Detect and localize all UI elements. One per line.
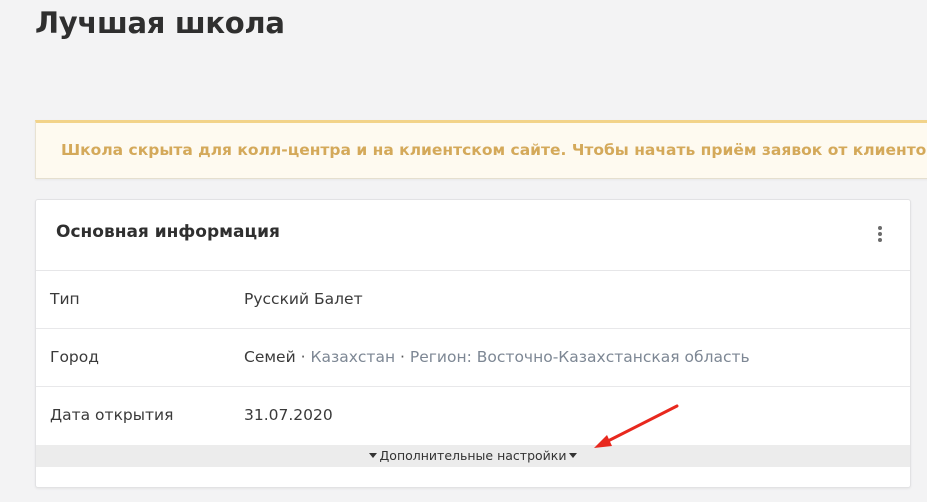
- main-info-card: Основная информация Тип Русский Балет Го…: [35, 199, 911, 488]
- row-label: Дата открытия: [50, 406, 174, 424]
- info-row-open-date: Дата открытия 31.07.2020: [36, 387, 910, 445]
- more-settings-label: Дополнительные настройки: [379, 448, 567, 463]
- row-value: 31.07.2020: [244, 406, 333, 424]
- warning-banner: Школа скрыта для колл-центра и на клиент…: [35, 120, 927, 179]
- more-settings-toggle[interactable]: Дополнительные настройки: [36, 445, 910, 467]
- separator-dot: ·: [300, 348, 306, 366]
- caret-down-icon: [368, 453, 377, 458]
- warning-text: Школа скрыта для колл-центра и на клиент…: [61, 141, 927, 159]
- card-title: Основная информация: [56, 222, 280, 242]
- kebab-menu-icon[interactable]: [876, 226, 884, 244]
- row-label: Тип: [50, 290, 80, 308]
- annotation-arrow-icon: [594, 404, 679, 448]
- city-name: Семей: [244, 348, 296, 366]
- row-label: Город: [50, 348, 99, 366]
- info-row-city: Город Семей · Казахстан · Регион: Восточ…: [36, 329, 910, 387]
- country-link[interactable]: Казахстан: [310, 348, 395, 366]
- row-value-city: Семей · Казахстан · Регион: Восточно-Каз…: [244, 348, 750, 366]
- info-row-type: Тип Русский Балет: [36, 271, 910, 329]
- caret-down-icon: [569, 453, 578, 458]
- card-header: Основная информация: [36, 200, 910, 271]
- row-value: Русский Балет: [244, 290, 363, 308]
- region-link[interactable]: Регион: Восточно-Казахстанская область: [410, 348, 750, 366]
- page-title: Лучшая школа: [35, 6, 285, 40]
- separator-dot: ·: [400, 348, 405, 366]
